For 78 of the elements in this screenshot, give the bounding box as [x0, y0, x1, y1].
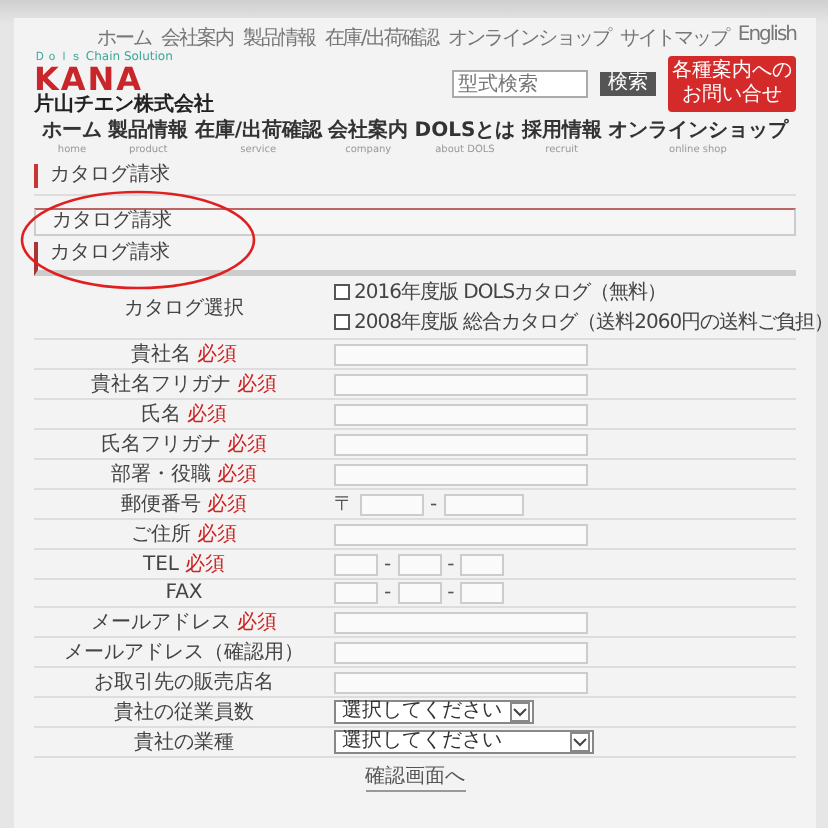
- field-label: カタログ選択: [124, 295, 244, 321]
- top-nav-link[interactable]: English: [737, 24, 796, 52]
- nav-link[interactable]: ホーム: [42, 116, 102, 144]
- caret-icon: [510, 702, 530, 722]
- input-field[interactable]: [334, 523, 588, 545]
- field-label: FAX: [165, 582, 203, 604]
- separator: -: [447, 582, 455, 604]
- input-field[interactable]: [334, 641, 588, 663]
- input-field[interactable]: [360, 493, 424, 515]
- nav-link[interactable]: 在庫/出荷確認: [194, 116, 322, 144]
- input-field[interactable]: [334, 671, 588, 693]
- required-tag: 必須: [197, 520, 237, 548]
- top-nav-link[interactable]: サイトマップ: [619, 24, 728, 52]
- input-field[interactable]: [460, 582, 505, 604]
- required-tag: 必須: [187, 400, 227, 428]
- input-field[interactable]: [334, 582, 378, 604]
- nav-link[interactable]: DOLSとは: [414, 116, 516, 144]
- top-nav-link[interactable]: ホーム: [97, 24, 152, 52]
- field-label: お取引先の販売店名: [94, 669, 274, 696]
- input-field[interactable]: [334, 553, 378, 575]
- field-label: TEL: [143, 553, 179, 575]
- separator: -: [384, 582, 392, 604]
- checkbox[interactable]: [334, 314, 350, 330]
- option-label: 2008年度版 総合カタログ（送料2060円の送料ご負担）: [354, 309, 828, 336]
- field-label: 部署・役職: [111, 461, 211, 488]
- input-field[interactable]: [460, 553, 505, 575]
- page-title: カタログ請求: [34, 164, 796, 188]
- required-tag: 必須: [227, 430, 267, 458]
- checkbox[interactable]: [334, 284, 350, 300]
- input-field[interactable]: [334, 433, 588, 455]
- top-nav-link[interactable]: 在庫/出荷確認: [325, 24, 438, 52]
- top-nav-link[interactable]: オンラインショップ: [447, 24, 610, 52]
- top-nav-link[interactable]: 会社案内: [161, 24, 234, 52]
- field-label: 郵便番号: [121, 491, 201, 518]
- field-label: 貴社の業種: [134, 729, 234, 756]
- section-box: カタログ請求: [34, 208, 796, 236]
- input-field[interactable]: [397, 553, 442, 575]
- separator: -: [430, 493, 438, 515]
- top-nav-link[interactable]: 製品情報: [243, 24, 316, 52]
- search-field[interactable]: 型式検索: [452, 70, 588, 98]
- contact-button[interactable]: 各種案内へのお問い合せ: [668, 56, 796, 112]
- input-field[interactable]: [443, 493, 524, 515]
- input-field[interactable]: [334, 463, 588, 485]
- select-dropdown[interactable]: 選択してください: [334, 700, 534, 724]
- caret-icon: [570, 732, 590, 752]
- input-field[interactable]: [334, 373, 588, 395]
- postal-mark: 〒: [334, 492, 354, 518]
- nav-link[interactable]: オンラインショップ: [607, 116, 788, 144]
- nav-link[interactable]: 会社案内: [328, 116, 409, 144]
- company-name: 片山チエン株式会社: [34, 96, 214, 116]
- required-tag: 必須: [185, 550, 225, 578]
- input-field[interactable]: [397, 582, 442, 604]
- nav-link[interactable]: 採用情報: [521, 116, 602, 144]
- required-tag: 必須: [197, 340, 237, 368]
- nav-link[interactable]: 製品情報: [108, 116, 189, 144]
- required-tag: 必須: [217, 460, 257, 488]
- input-field[interactable]: [334, 403, 588, 425]
- required-tag: 必須: [237, 608, 277, 636]
- separator: -: [384, 553, 392, 575]
- field-label: ご住所: [131, 521, 191, 548]
- required-tag: 必須: [207, 490, 247, 518]
- field-label: 氏名: [141, 401, 181, 428]
- field-label: 貴社名フリガナ: [91, 371, 231, 398]
- field-label: 貴社名: [131, 341, 191, 368]
- required-tag: 必須: [237, 370, 277, 398]
- field-label: メールアドレス（確認用）: [64, 639, 304, 666]
- input-field[interactable]: [334, 343, 588, 365]
- field-label: メールアドレス: [91, 610, 231, 636]
- separator: -: [447, 553, 455, 575]
- search-button[interactable]: 検索: [600, 72, 656, 96]
- field-label: 氏名フリガナ: [101, 431, 221, 458]
- section-heading: カタログ請求: [34, 242, 796, 276]
- confirm-link[interactable]: 確認画面へ: [365, 762, 465, 792]
- option-label: 2016年度版 DOLSカタログ（無料）: [354, 279, 667, 306]
- input-field[interactable]: [334, 611, 588, 633]
- logo-wordmark: KANA: [34, 64, 144, 96]
- select-dropdown[interactable]: 選択してください: [334, 730, 594, 754]
- field-label: 貴社の従業員数: [114, 699, 254, 726]
